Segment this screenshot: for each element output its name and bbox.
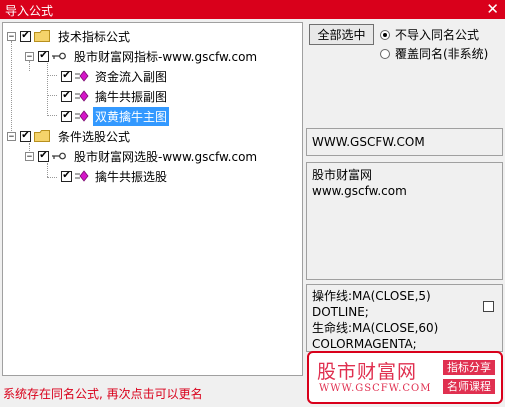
tree-item-formula[interactable]: ✔ 擒牛共振选股 [61,166,169,186]
tree-item-formula-selected[interactable]: ✔ 双黄擒牛主图 [61,106,170,126]
tree-checkbox[interactable]: ✔ [38,50,49,62]
tree-item-label: 双黄擒牛主图 [93,106,170,126]
key-icon [52,52,66,60]
tree-item-label: 技术指标公式 [58,29,131,44]
collapse-icon[interactable]: − [25,151,34,161]
folder-icon [34,30,50,42]
description-panel: 股市财富网 www.gscfw.com [306,162,503,280]
formula-icon [75,170,89,182]
tree-item-gscfw-selection[interactable]: − ✔ 股市财富网选股-www.gscfw.com [25,146,259,166]
folder-icon [34,130,50,142]
tree-item-label: 股市财富网指标-www.gscfw.com [74,49,258,64]
formula-tree[interactable]: − ✔ 技术指标公式 − ✔ 股市财富网指标-www.gscfw.com ✔ 资… [2,22,303,376]
radio-label: 不导入同名公式 [395,28,480,42]
tree-item-label: 擒牛共振选股 [95,169,168,184]
website-panel: WWW.GSCFW.COM [306,128,503,156]
tree-connector [47,75,57,76]
watermark-url: WWW.GSCFW.COM [319,383,432,394]
watermark-brand: 股市财富网 [317,361,418,383]
radio-button[interactable] [380,29,390,40]
select-all-button[interactable]: 全部选中 [309,24,374,45]
formula-code-panel: 操作线:MA(CLOSE,5) DOTLINE; 生命线:MA(CLOSE,60… [306,284,503,352]
tree-checkbox[interactable]: ✔ [38,150,49,162]
title-bar: 导入公式 ✕ [0,0,505,19]
formula-icon [75,90,89,102]
tree-item-tech-indicators[interactable]: − ✔ 技术指标公式 [7,26,132,46]
tree-checkbox[interactable]: ✔ [61,70,72,82]
tree-connector [47,95,57,96]
tree-checkbox[interactable]: ✔ [61,110,72,122]
tree-item-formula[interactable]: ✔ 资金流入副图 [61,66,169,86]
radio-button[interactable] [380,48,390,59]
window-title: 导入公式 [5,4,54,18]
description-line: 股市财富网 [312,168,373,182]
code-panel-checkbox[interactable] [483,301,494,312]
close-icon[interactable]: ✕ [486,0,499,18]
tree-checkbox[interactable]: ✔ [20,30,31,42]
status-message: 系统存在同名公式, 再次点击可以更名 [3,387,203,401]
tree-connector [47,115,57,116]
tree-connector [47,61,48,116]
tree-item-label: 股市财富网选股-www.gscfw.com [74,149,258,164]
tree-checkbox[interactable]: ✔ [20,130,31,142]
formula-icon [75,70,89,82]
collapse-icon[interactable]: − [7,31,16,41]
code-line: 生命线:MA(CLOSE,60) [312,321,439,335]
tree-item-label: 条件选股公式 [58,129,131,144]
tree-item-formula[interactable]: ✔ 擒牛共振副图 [61,86,169,106]
tree-item-label: 资金流入副图 [95,69,168,84]
tree-checkbox[interactable]: ✔ [61,170,72,182]
key-icon [52,152,66,160]
tree-item-stock-selection[interactable]: − ✔ 条件选股公式 [7,126,132,146]
site-watermark: 股市财富网 WWW.GSCFW.COM 指标分享 名师课程 [307,351,503,404]
code-line: COLORMAGENTA; [312,337,417,351]
tree-item-gscfw-indicators[interactable]: − ✔ 股市财富网指标-www.gscfw.com [25,46,259,66]
watermark-tag: 名师课程 [443,379,495,394]
tree-checkbox[interactable]: ✔ [61,90,72,102]
radio-label: 覆盖同名(非系统) [395,47,489,61]
code-line: DOTLINE; [312,305,369,319]
tree-item-label: 擒牛共振副图 [95,89,168,104]
collapse-icon[interactable]: − [25,51,34,61]
watermark-tag: 指标分享 [443,360,495,375]
formula-icon [75,110,89,122]
code-line: 操作线:MA(CLOSE,5) [312,289,431,303]
description-line: www.gscfw.com [312,184,407,198]
collapse-icon[interactable]: − [7,131,16,141]
tree-connector [47,177,57,178]
radio-skip-duplicates[interactable]: 不导入同名公式 [380,26,479,43]
radio-overwrite[interactable]: 覆盖同名(非系统) [380,45,488,62]
website-text: WWW.GSCFW.COM [312,135,425,149]
